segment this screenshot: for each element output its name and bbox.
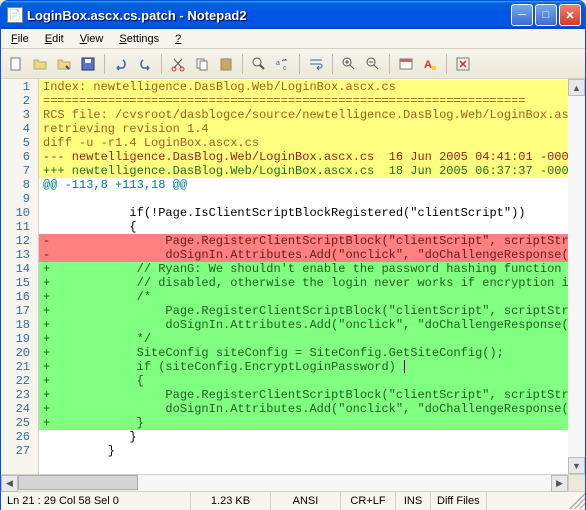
code-line: + if (siteConfig.EncryptLoginPassword)	[39, 360, 568, 374]
app-icon: 📄	[7, 7, 23, 23]
status-position: Ln 21 : 29 Col 58 Sel 0	[1, 492, 191, 510]
status-encoding: ANSI	[271, 492, 341, 510]
code-line: retrieving revision 1.4	[39, 122, 568, 136]
code-line: +++ newtelligence.DasBlog.Web/LoginBox.a…	[39, 164, 568, 178]
open-button[interactable]	[29, 53, 51, 75]
find-button[interactable]	[248, 53, 270, 75]
code-line: }	[39, 430, 568, 444]
code-line: + /*	[39, 290, 568, 304]
window-title: LoginBox.ascx.cs.patch - Notepad2	[27, 8, 511, 23]
code-line: + {	[39, 374, 568, 388]
code-line: Index: newtelligence.DasBlog.Web/LoginBo…	[39, 80, 568, 94]
resize-grip-icon[interactable]	[569, 493, 585, 509]
paste-button[interactable]	[215, 53, 237, 75]
customize-button[interactable]: A	[419, 53, 441, 75]
code-line: + SiteConfig siteConfig = SiteConfig.Get…	[39, 346, 568, 360]
browse-button[interactable]	[53, 53, 75, 75]
code-line: if(!Page.IsClientScriptBlockRegistered("…	[39, 206, 568, 220]
code-line: - doSignIn.Attributes.Add("onclick", "do…	[39, 248, 568, 262]
svg-text:A: A	[424, 59, 432, 71]
code-line: RCS file: /cvsroot/dasblogce/source/newt…	[39, 108, 568, 122]
status-scheme: Diff Files	[431, 492, 487, 510]
minimize-button[interactable]: ─	[511, 4, 533, 26]
titlebar: 📄 LoginBox.ascx.cs.patch - Notepad2 ─ □ …	[1, 1, 585, 29]
code-line: + // disabled, otherwise the login never…	[39, 276, 568, 290]
svg-text:c: c	[283, 65, 287, 72]
menu-help[interactable]: ?	[167, 31, 189, 47]
svg-text:a: a	[276, 60, 280, 67]
scroll-right-icon[interactable]: ▶	[551, 475, 568, 492]
zoom-out-button[interactable]	[362, 53, 384, 75]
code-line: }	[39, 444, 568, 458]
close-button[interactable]: ✕	[559, 4, 581, 26]
status-size: 1.23 KB	[191, 492, 271, 510]
undo-button[interactable]	[110, 53, 132, 75]
toolbar: ac A	[1, 49, 585, 79]
menubar: File Edit View Settings ?	[1, 29, 585, 49]
zoom-in-button[interactable]	[338, 53, 360, 75]
code-line	[39, 192, 568, 206]
scroll-up-icon[interactable]: ▲	[568, 79, 585, 96]
maximize-button[interactable]: □	[535, 4, 557, 26]
code-line: + Page.RegisterClientScriptBlock("client…	[39, 304, 568, 318]
save-button[interactable]	[77, 53, 99, 75]
code-line: + */	[39, 332, 568, 346]
code-line: {	[39, 220, 568, 234]
copy-button[interactable]	[191, 53, 213, 75]
menu-edit[interactable]: Edit	[37, 31, 72, 47]
scroll-left-icon[interactable]: ◀	[1, 475, 18, 492]
horizontal-scrollbar[interactable]: ◀ ▶	[1, 474, 585, 491]
exit-button[interactable]	[452, 53, 474, 75]
menu-file[interactable]: File	[3, 31, 37, 47]
code-line: --- newtelligence.DasBlog.Web/LoginBox.a…	[39, 150, 568, 164]
editor-area: 1234567891011121314151617181920212223242…	[1, 79, 585, 474]
cut-button[interactable]	[167, 53, 189, 75]
code-line: + Page.RegisterClientScriptBlock("client…	[39, 388, 568, 402]
scheme-button[interactable]	[395, 53, 417, 75]
code-line: + // RyanG: We shouldn't enable the pass…	[39, 262, 568, 276]
code-line: ========================================…	[39, 94, 568, 108]
scroll-thumb[interactable]	[18, 475, 138, 490]
code-editor[interactable]: Index: newtelligence.DasBlog.Web/LoginBo…	[39, 79, 568, 474]
status-insert-mode: INS	[396, 492, 431, 510]
new-button[interactable]	[5, 53, 27, 75]
scroll-down-icon[interactable]: ▼	[568, 457, 585, 474]
code-line: + }	[39, 416, 568, 430]
code-line: + doSignIn.Attributes.Add("onclick", "do…	[39, 402, 568, 416]
vertical-scrollbar[interactable]: ▲ ▼	[568, 79, 585, 474]
code-line: - Page.RegisterClientScriptBlock("client…	[39, 234, 568, 248]
statusbar: Ln 21 : 29 Col 58 Sel 0 1.23 KB ANSI CR+…	[1, 491, 585, 510]
code-line: diff -u -r1.4 LoginBox.ascx.cs	[39, 136, 568, 150]
status-eol: CR+LF	[341, 492, 396, 510]
line-number-margin: 1234567891011121314151617181920212223242…	[1, 79, 39, 474]
menu-view[interactable]: View	[72, 31, 112, 47]
code-line: @@ -113,8 +113,18 @@	[39, 178, 568, 192]
code-line: + doSignIn.Attributes.Add("onclick", "do…	[39, 318, 568, 332]
replace-button[interactable]: ac	[272, 53, 294, 75]
menu-settings[interactable]: Settings	[111, 31, 167, 47]
wordwrap-button[interactable]	[305, 53, 327, 75]
redo-button[interactable]	[134, 53, 156, 75]
